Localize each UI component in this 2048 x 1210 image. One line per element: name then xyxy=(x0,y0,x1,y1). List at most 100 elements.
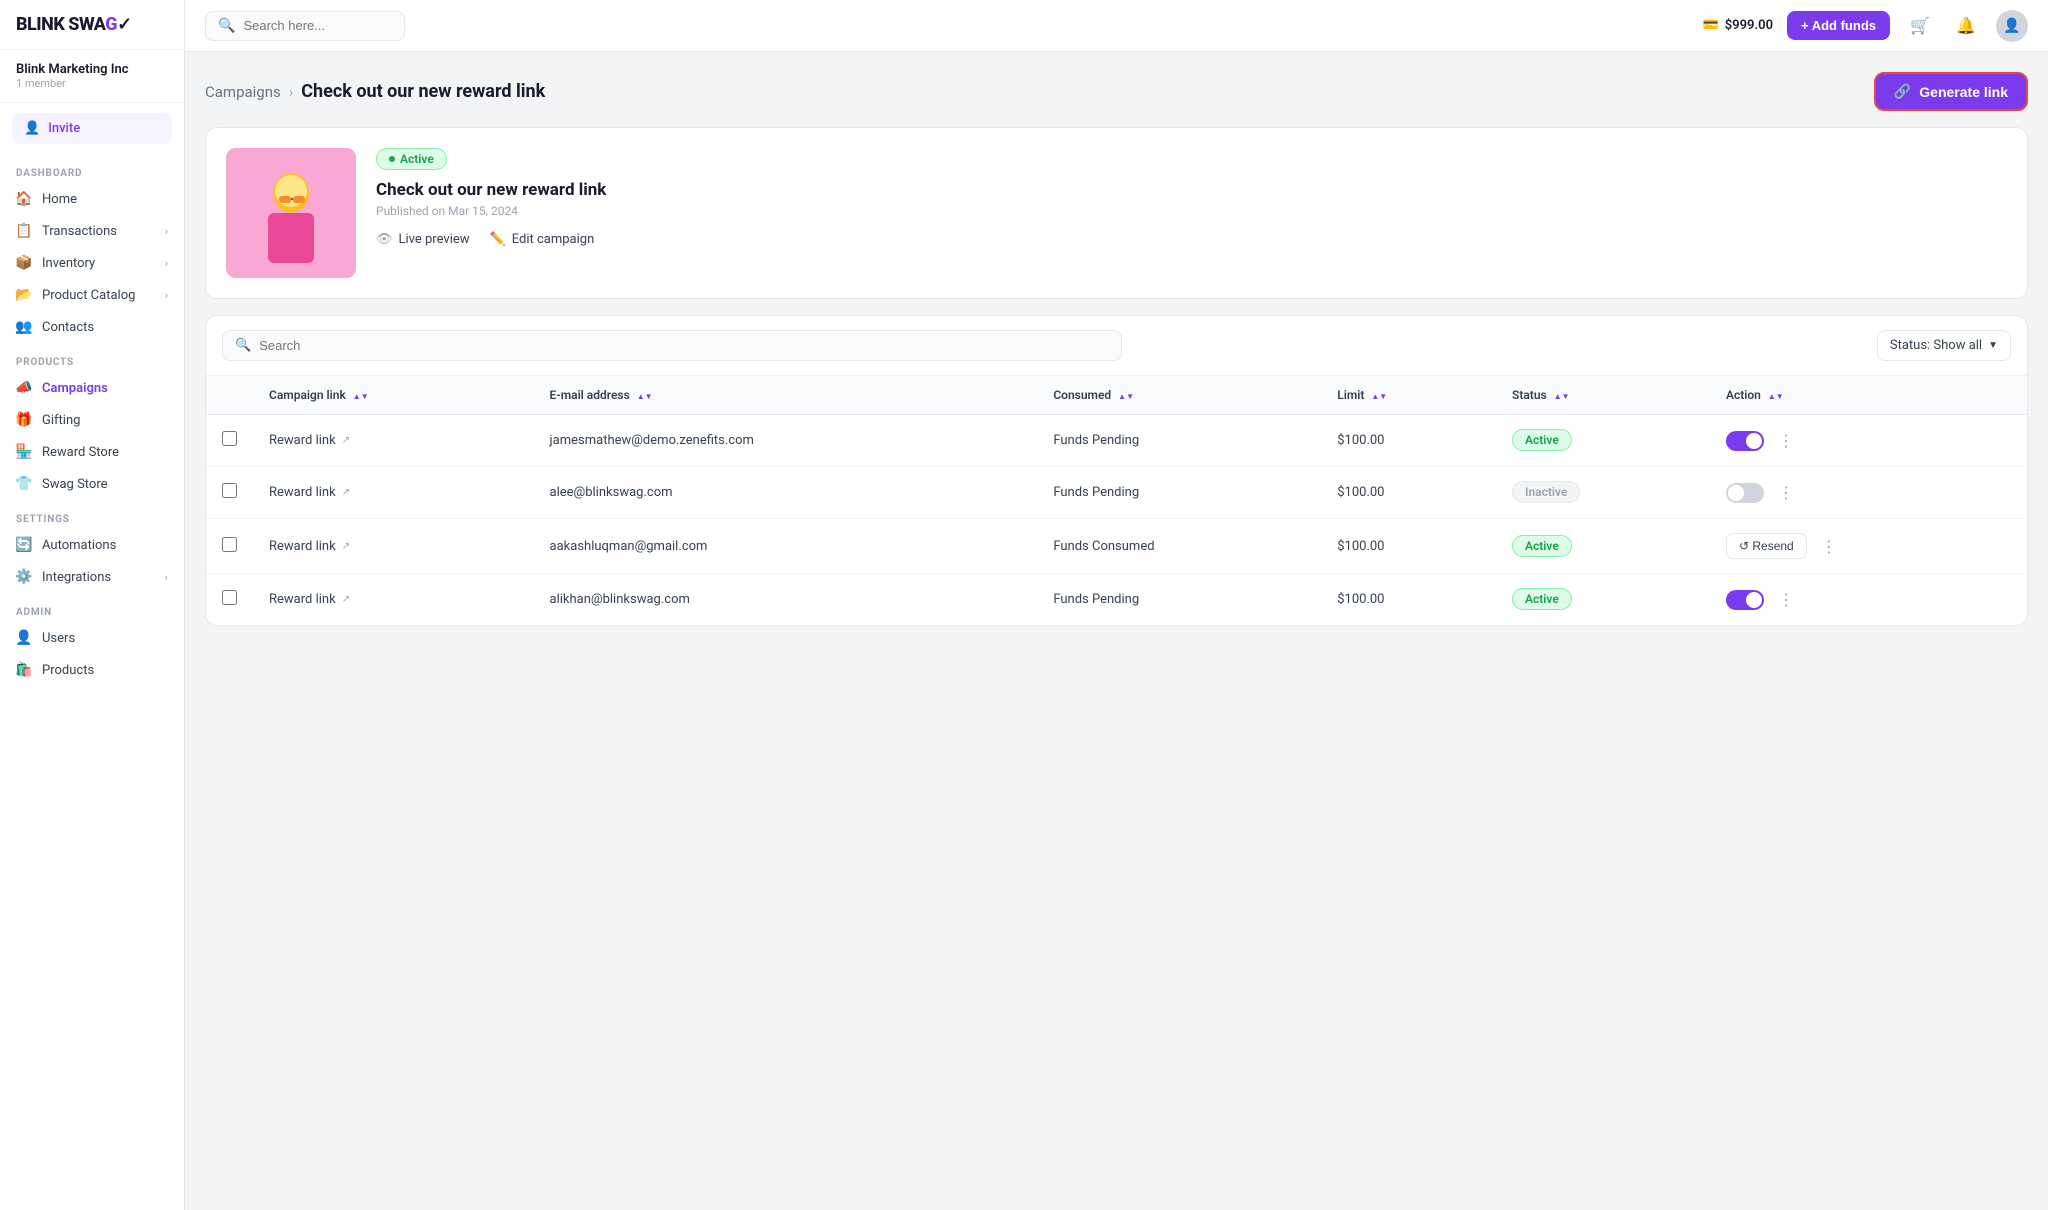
limit-value: $100.00 xyxy=(1337,592,1384,607)
home-icon: 🏠 xyxy=(16,191,32,207)
link-icon: 🔗 xyxy=(1894,83,1911,100)
logo: BLINK SWAG✓ xyxy=(0,0,184,50)
sidebar-item-integrations[interactable]: ⚙️ Integrations › xyxy=(0,561,184,593)
status-toggle[interactable] xyxy=(1726,483,1764,503)
invite-label: Invite xyxy=(48,121,80,136)
sidebar-item-products[interactable]: 🛍️ Products xyxy=(0,654,184,686)
invite-button[interactable]: 👤 Invite xyxy=(12,113,172,144)
row-checkbox-cell xyxy=(206,519,253,574)
col-email[interactable]: E-mail address ▲▼ xyxy=(534,376,1038,415)
breadcrumb-parent[interactable]: Campaigns xyxy=(205,83,281,101)
sidebar-item-contacts[interactable]: 👥 Contacts xyxy=(0,311,184,343)
more-options-icon[interactable]: ⋮ xyxy=(1772,429,1800,452)
link-text: Reward link xyxy=(269,592,336,607)
sidebar-item-gifting[interactable]: 🎁 Gifting xyxy=(0,404,184,436)
row-checkbox-cell xyxy=(206,415,253,467)
row-checkbox[interactable] xyxy=(222,431,237,446)
generate-link-button[interactable]: 🔗 Generate link xyxy=(1874,72,2028,111)
table-container: 🔍 Status: Show all ▼ Campaign link ▲▼ xyxy=(205,315,2028,626)
sidebar-item-label: Swag Store xyxy=(42,477,108,492)
global-search[interactable]: 🔍 xyxy=(205,11,405,41)
table-search[interactable]: 🔍 xyxy=(222,330,1122,361)
avatar[interactable]: 👤 xyxy=(1996,10,2028,42)
row-checkbox-cell xyxy=(206,574,253,626)
content-area: Campaigns › Check out our new reward lin… xyxy=(185,52,2048,1210)
sidebar-section-label: PRODUCTS xyxy=(0,343,184,372)
col-consumed[interactable]: Consumed ▲▼ xyxy=(1037,376,1321,415)
email-value: alee@blinkswag.com xyxy=(550,485,673,500)
more-options-icon[interactable]: ⋮ xyxy=(1772,481,1800,504)
col-campaign-link[interactable]: Campaign link ▲▼ xyxy=(253,376,534,415)
sidebar-item-left: 🛍️ Products xyxy=(16,662,94,678)
sort-icon[interactable]: ▲▼ xyxy=(353,393,369,401)
sort-icon[interactable]: ▲▼ xyxy=(1554,393,1570,401)
more-options-icon[interactable]: ⋮ xyxy=(1772,588,1800,611)
resend-button[interactable]: ↺ Resend xyxy=(1726,533,1807,559)
link-text: Reward link xyxy=(269,539,336,554)
status-filter-dropdown[interactable]: Status: Show all ▼ xyxy=(1877,330,2011,361)
toggle-thumb xyxy=(1728,485,1744,501)
sidebar-item-campaigns[interactable]: 📣 Campaigns xyxy=(0,372,184,404)
sidebar-item-left: 🎁 Gifting xyxy=(16,412,80,428)
sort-icon[interactable]: ▲▼ xyxy=(1371,393,1387,401)
limit-cell: $100.00 xyxy=(1321,467,1496,519)
col-checkbox xyxy=(206,376,253,415)
status-cell: Active xyxy=(1496,574,1710,626)
org-sub: 1 member xyxy=(16,77,168,90)
edit-campaign-label: Edit campaign xyxy=(512,232,595,247)
more-options-icon[interactable]: ⋮ xyxy=(1815,535,1843,558)
sort-icon[interactable]: ▲▼ xyxy=(637,393,653,401)
sidebar-item-swag-store[interactable]: 👕 Swag Store xyxy=(0,468,184,500)
reward-link[interactable]: Reward link ↗ xyxy=(269,592,518,607)
email-cell: aakashluqman@gmail.com xyxy=(534,519,1038,574)
sidebar-item-users[interactable]: 👤 Users xyxy=(0,622,184,654)
reward-link[interactable]: Reward link ↗ xyxy=(269,539,518,554)
sidebar-item-left: 🏪 Reward Store xyxy=(16,444,119,460)
col-status[interactable]: Status ▲▼ xyxy=(1496,376,1710,415)
sidebar-item-inventory[interactable]: 📦 Inventory › xyxy=(0,247,184,279)
email-value: alikhan@blinkswag.com xyxy=(550,592,690,607)
sidebar-item-label: Users xyxy=(42,631,75,646)
campaign-links-table: Campaign link ▲▼ E-mail address ▲▼ Consu… xyxy=(206,376,2027,625)
campaign-image xyxy=(226,148,356,278)
sort-icon[interactable]: ▲▼ xyxy=(1118,393,1134,401)
status-badge: Inactive xyxy=(1512,481,1580,503)
sidebar-item-product-catalog[interactable]: 📂 Product Catalog › xyxy=(0,279,184,311)
action-cell: ⋮ xyxy=(1726,588,2011,611)
external-link-icon: ↗ xyxy=(342,541,350,552)
table-row: Reward link ↗ alikhan@blinkswag.com Fund… xyxy=(206,574,2027,626)
bell-icon[interactable]: 🔔 xyxy=(1950,10,1982,42)
live-preview-button[interactable]: 👁 Live preview xyxy=(376,232,470,247)
sidebar-item-reward-store[interactable]: 🏪 Reward Store xyxy=(0,436,184,468)
consumed-value: Funds Pending xyxy=(1053,592,1139,607)
search-input[interactable] xyxy=(243,18,383,33)
chevron-right-icon: › xyxy=(165,225,168,238)
status-label: Active xyxy=(400,152,434,166)
table-search-input[interactable] xyxy=(259,338,1109,353)
sidebar-item-automations[interactable]: 🔄 Automations xyxy=(0,529,184,561)
external-link-icon: ↗ xyxy=(342,594,350,605)
row-checkbox[interactable] xyxy=(222,590,237,605)
automations-icon: 🔄 xyxy=(16,537,32,553)
sidebar-section-label: ADMIN xyxy=(0,593,184,622)
sidebar-item-transactions[interactable]: 📋 Transactions › xyxy=(0,215,184,247)
reward-link[interactable]: Reward link ↗ xyxy=(269,485,518,500)
col-limit[interactable]: Limit ▲▼ xyxy=(1321,376,1496,415)
status-toggle[interactable] xyxy=(1726,431,1764,451)
row-checkbox[interactable] xyxy=(222,483,237,498)
cart-icon[interactable]: 🛒 xyxy=(1904,10,1936,42)
status-toggle[interactable] xyxy=(1726,590,1764,610)
sort-icon[interactable]: ▲▼ xyxy=(1768,393,1784,401)
campaigns-icon: 📣 xyxy=(16,380,32,396)
sidebar-item-home[interactable]: 🏠 Home xyxy=(0,183,184,215)
toggle-thumb xyxy=(1746,592,1762,608)
sidebar-item-label: Contacts xyxy=(42,320,94,335)
integrations-icon: ⚙️ xyxy=(16,569,32,585)
edit-campaign-button[interactable]: ✏️ Edit campaign xyxy=(490,232,595,247)
col-action[interactable]: Action ▲▼ xyxy=(1710,376,2027,415)
reward-link[interactable]: Reward link ↗ xyxy=(269,433,518,448)
link-text: Reward link xyxy=(269,433,336,448)
row-checkbox[interactable] xyxy=(222,537,237,552)
contacts-icon: 👥 xyxy=(16,319,32,335)
add-funds-button[interactable]: + Add funds xyxy=(1787,11,1890,40)
